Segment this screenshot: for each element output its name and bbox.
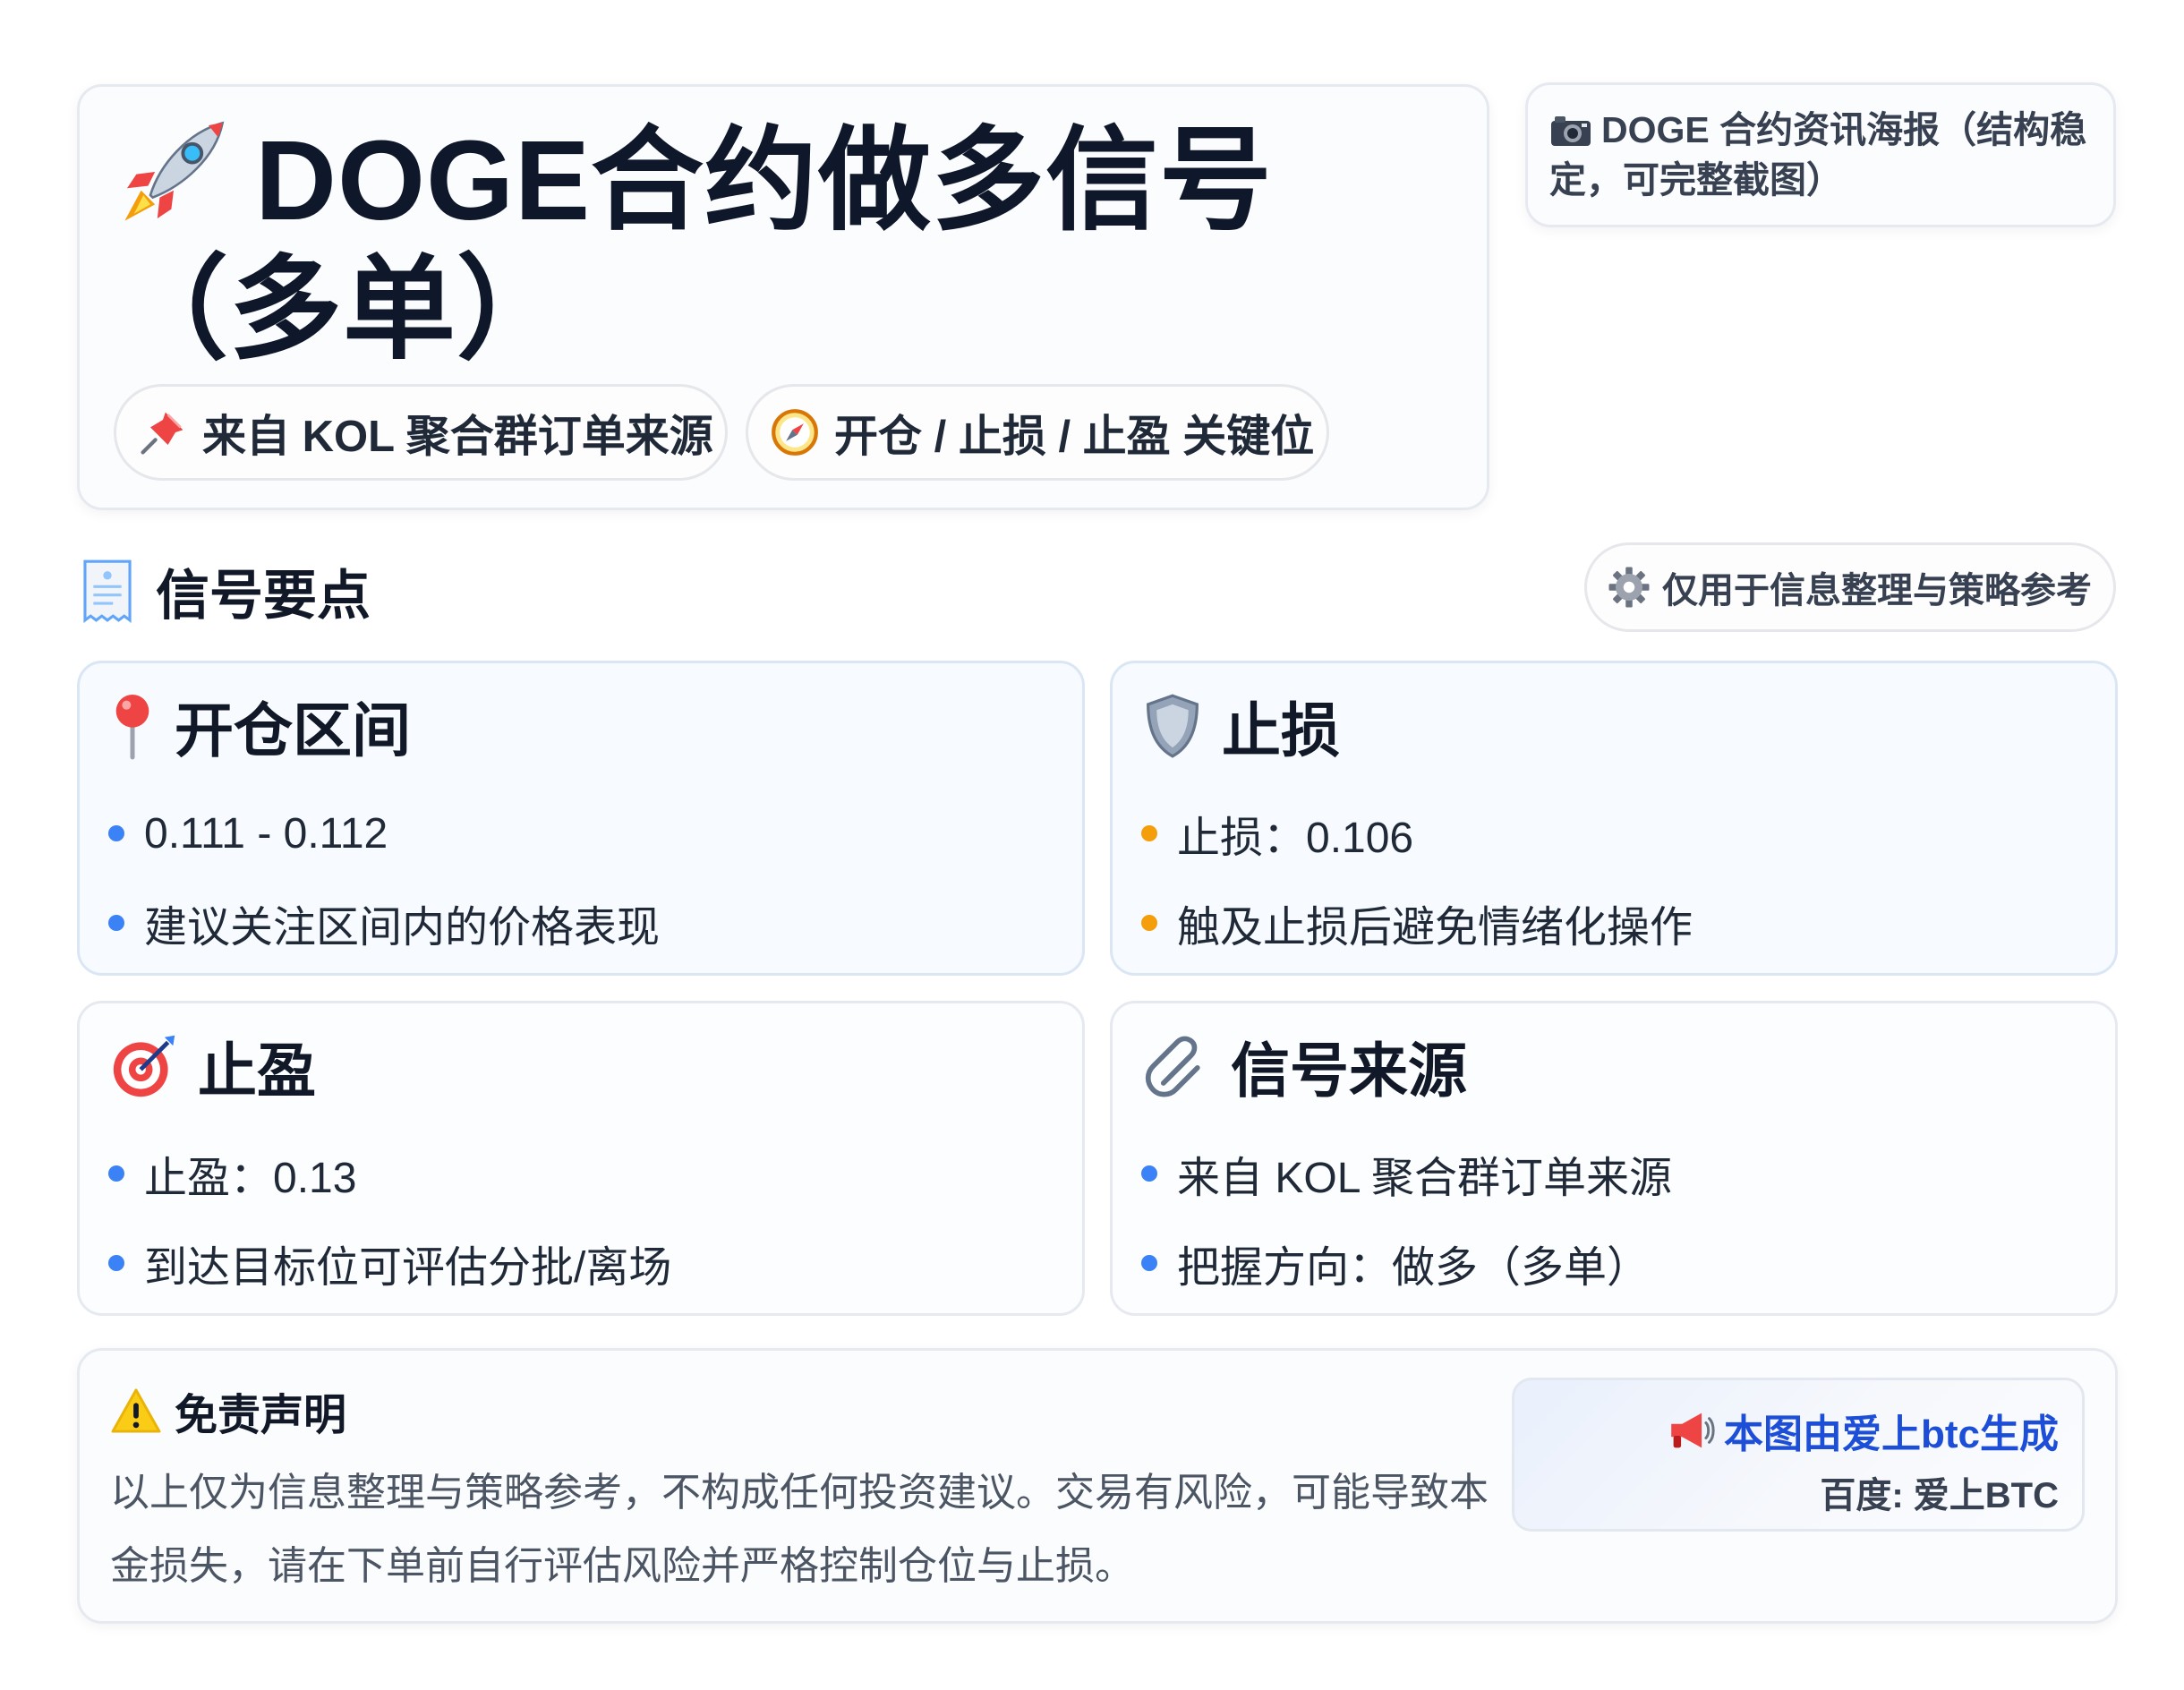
section-header: 信号要点 [79, 555, 371, 627]
chip-key-levels: 开仓 / 止损 / 止盈 关键位 [746, 384, 1329, 481]
paperclip-icon [1143, 1032, 1211, 1100]
disclaimer-card: 免责声明 以上仅为信息整理与策略参考，不构成任何投资建议。交易有风险，可能导致本… [77, 1348, 2118, 1624]
poster-note-text: DOGE 合约资讯海报（结构稳定，可完整截图） [1549, 109, 2087, 201]
compass-icon [770, 407, 820, 457]
list-item: 到达目标位可评估分批/离场 [108, 1218, 671, 1308]
list-item: 触及止损后避免情绪化操作 [1141, 878, 1693, 968]
chip-label: 开仓 / 止损 / 止盈 关键位 [834, 412, 1315, 461]
page-title: DOGE合约做多信号（多单） [115, 114, 1476, 374]
bullet-dot [108, 915, 124, 931]
page-title-text: DOGE合约做多信号（多单） [115, 117, 1274, 372]
card-title: 止损 [1222, 697, 1340, 764]
list-item-text: 0.111 - 0.112 [144, 809, 388, 858]
poster-note: DOGE 合约资讯海报（结构稳定，可完整截图） [1525, 82, 2116, 227]
list-item-text: 到达目标位可评估分批/离场 [144, 1244, 672, 1292]
bullet-dot [1141, 1165, 1157, 1182]
receipt-icon [79, 559, 136, 623]
credit-generator-text: 本图由爱上btc生成 [1724, 1413, 2059, 1456]
camera-icon [1549, 114, 1592, 148]
bullet-dot [1141, 915, 1157, 931]
reference-badge: 仅用于信息整理与策略参考 [1584, 542, 2116, 632]
bullet-dot [108, 1255, 124, 1271]
target-icon [110, 1032, 178, 1100]
stop-loss-card: 止损 止损：0.106 触及止损后避免情绪化操作 [1110, 661, 2118, 976]
disclaimer-text: 以上仅为信息整理与策略参考，不构成任何投资建议。交易有风险，可能导致本金损失，请… [110, 1471, 1489, 1588]
credit-baidu-text: 百度: 爱上BTC [1820, 1476, 2059, 1515]
bullet-dot [108, 1165, 124, 1182]
pushpin-icon [138, 407, 188, 457]
chip-order-source: 来自 KOL 聚合群订单来源 [114, 384, 728, 481]
list-item: 止盈：0.13 [108, 1129, 671, 1218]
list-item: 建议关注区间内的价格表现 [108, 878, 660, 968]
chip-label: 来自 KOL 聚合群订单来源 [202, 412, 713, 461]
take-profit-list: 止盈：0.13 到达目标位可评估分批/离场 [108, 1129, 671, 1308]
disclaimer-title: 免责声明 [175, 1392, 347, 1439]
signal-source-card: 信号来源 来自 KOL 聚合群订单来源 把握方向：做多（多单） [1110, 1001, 2118, 1316]
warning-icon [110, 1387, 162, 1434]
entry-range-card: 开仓区间 0.111 - 0.112 建议关注区间内的价格表现 [77, 661, 1085, 976]
section-title: 信号要点 [156, 565, 371, 626]
credit-box: 本图由爱上btc生成 百度: 爱上BTC [1512, 1378, 2085, 1532]
entry-list: 0.111 - 0.112 建议关注区间内的价格表现 [108, 789, 660, 968]
list-item: 来自 KOL 聚合群订单来源 [1141, 1129, 1672, 1218]
card-title: 开仓区间 [175, 697, 411, 764]
bullet-dot [1141, 1255, 1157, 1271]
list-item: 0.111 - 0.112 [108, 789, 660, 878]
list-item: 止损：0.106 [1141, 789, 1693, 878]
card-title: 止盈 [198, 1037, 316, 1104]
stop-loss-list: 止损：0.106 触及止损后避免情绪化操作 [1141, 789, 1693, 968]
card-title: 信号来源 [1231, 1037, 1467, 1104]
source-list: 来自 KOL 聚合群订单来源 把握方向：做多（多单） [1141, 1129, 1672, 1308]
bullet-dot [108, 825, 124, 841]
title-card: DOGE合约做多信号（多单） 来自 KOL 聚合群订单来源 开仓 / 止损 / … [77, 84, 1489, 510]
bullet-dot [1141, 825, 1157, 841]
list-item: 把握方向：做多（多单） [1141, 1218, 1672, 1308]
reference-label: 仅用于信息整理与策略参考 [1662, 571, 2092, 610]
list-item-text: 止损：0.106 [1177, 815, 1414, 862]
take-profit-card: 止盈 止盈：0.13 到达目标位可评估分批/离场 [77, 1001, 1085, 1316]
list-item-text: 止盈：0.13 [144, 1155, 357, 1202]
list-item-text: 把握方向：做多（多单） [1177, 1244, 1651, 1292]
gear-icon [1607, 565, 1651, 610]
rocket-icon [115, 114, 232, 230]
list-item-text: 建议关注区间内的价格表现 [144, 904, 661, 952]
list-item-text: 来自 KOL 聚合群订单来源 [1177, 1155, 1672, 1202]
shield-icon [1143, 693, 1202, 759]
location-pin-icon [110, 691, 155, 761]
list-item-text: 触及止损后避免情绪化操作 [1177, 904, 1693, 952]
megaphone-icon [1667, 1410, 1715, 1451]
